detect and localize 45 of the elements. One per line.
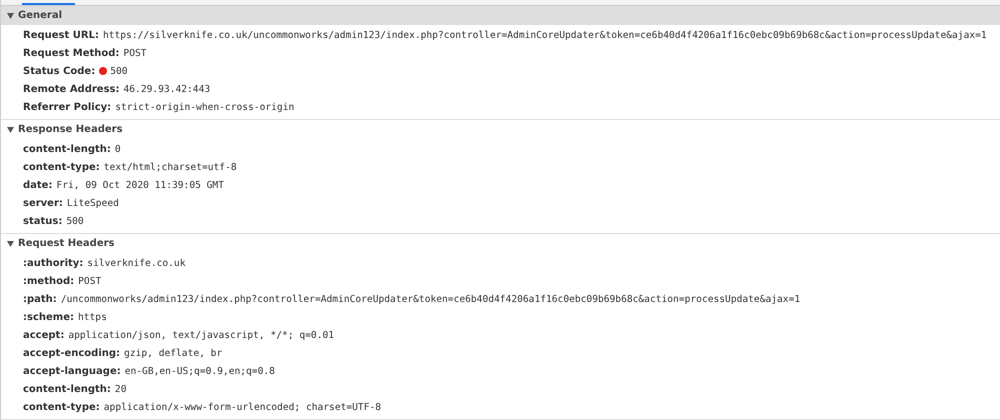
header-value: application/x-www-form-urlencoded; charset=UTF-8	[104, 402, 382, 412]
collapse-triangle-icon	[7, 12, 14, 18]
header-name: :authority:	[23, 258, 84, 268]
header-name: Request Method:	[23, 48, 120, 58]
header-name: accept-encoding:	[23, 348, 120, 358]
header-value: silverknife.co.uk	[87, 258, 186, 268]
header-name: :path:	[23, 294, 57, 304]
header-name: Request URL:	[23, 30, 99, 40]
header-name: Referrer Policy:	[23, 102, 112, 112]
header-value: POST	[123, 48, 147, 58]
header-name: date:	[23, 180, 52, 190]
header-name: Status Code:	[23, 66, 96, 76]
section-header[interactable]: Request Headers	[1, 234, 1000, 253]
header-value: text/html;charset=utf-8	[104, 162, 237, 172]
header-name: :scheme:	[23, 312, 74, 322]
header-name: content-type:	[23, 162, 100, 172]
header-value: 500	[110, 66, 128, 76]
header-name: server:	[23, 198, 63, 208]
header-name: content-type:	[23, 402, 100, 412]
header-value: POST	[78, 276, 102, 286]
collapse-triangle-icon	[7, 240, 14, 246]
section-header[interactable]: General	[1, 6, 1000, 25]
section-header[interactable]: Response Headers	[1, 120, 1000, 139]
header-value: 0	[114, 144, 121, 154]
header-value: 20	[114, 384, 126, 394]
header-value: 46.29.93.42:443	[124, 84, 210, 94]
header-value: strict-origin-when-cross-origin	[115, 102, 294, 112]
header-name: accept:	[23, 330, 64, 340]
header-value: https://silverknife.co.uk/uncommonworks/admin123/index.php?controller=AdminCoreUpdater&token=ce6b40d4f4206a1f16c0ebc09b69b68c&action=processUpdate&ajax=1	[102, 30, 987, 40]
header-name: content-length:	[23, 144, 111, 154]
header-value: /uncommonworks/admin123/index.php?controller=AdminCoreUpdater&token=ce6b40d4f4206a1f16c0ebc09b69b68c&action=processUpdate&ajax=1	[60, 294, 800, 304]
header-value: gzip, deflate, br	[124, 348, 222, 358]
header-value: application/json, text/javascript, */*; q=0.01	[68, 330, 334, 340]
header-name: content-length:	[23, 384, 111, 394]
header-name: accept-language:	[23, 366, 121, 376]
header-value: 500	[66, 216, 84, 226]
collapse-triangle-icon	[7, 126, 14, 132]
header-name: Remote Address:	[23, 84, 120, 94]
header-name: :method:	[23, 276, 74, 286]
header-value: Fri, 09 Oct 2020 11:39:05 GMT	[56, 180, 224, 190]
tab-indicator	[22, 3, 75, 5]
header-name: status:	[23, 216, 62, 226]
header-value: en-GB,en-US;q=0.9,en;q=0.8	[124, 366, 275, 376]
header-value: LiteSpeed	[66, 198, 119, 208]
header-value: https	[78, 312, 107, 322]
